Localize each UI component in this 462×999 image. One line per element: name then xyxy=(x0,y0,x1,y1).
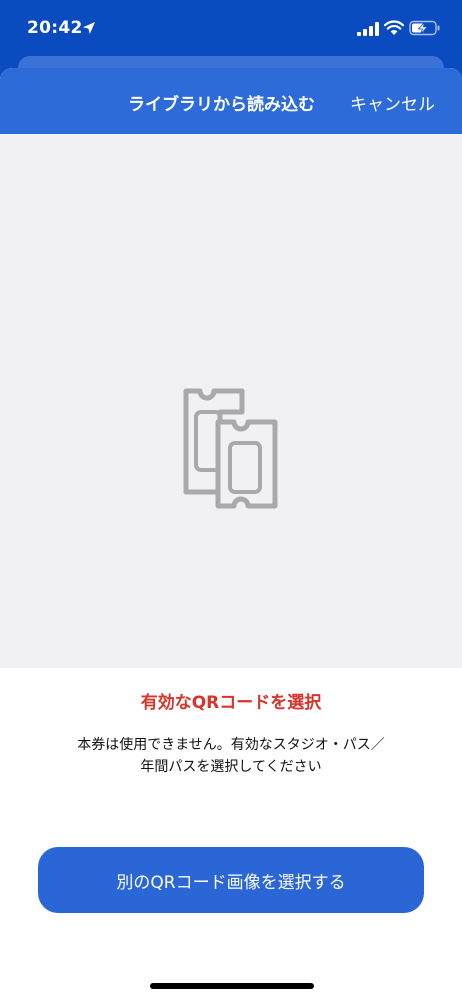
tickets-icon xyxy=(183,388,278,509)
error-message-line-2: 年間パスを選択してください xyxy=(140,759,322,775)
nav-title: ライブラリから読み込む xyxy=(128,95,315,115)
battery-charging-icon xyxy=(409,20,440,36)
status-bar: 20:42 xyxy=(0,0,462,60)
status-time: 20:42 xyxy=(27,18,83,38)
nav-bar: ライブラリから読み込む キャンセル xyxy=(0,68,462,134)
image-preview-area xyxy=(0,134,462,668)
error-message-line-1: 本券は使用できません。有効なスタジオ・パス／ xyxy=(77,737,385,753)
location-arrow-icon xyxy=(83,22,95,34)
error-title: 有効なQRコードを選択 xyxy=(140,693,322,713)
error-message: 本券は使用できません。有効なスタジオ・パス／ 年間パスを選択してください xyxy=(40,734,422,778)
cancel-button[interactable]: キャンセル xyxy=(350,90,435,115)
signal-icon xyxy=(357,22,379,36)
import-sheet: ライブラリから読み込む キャンセル 有効なQRコードを選択 本券は使用できません… xyxy=(0,68,462,999)
wifi-icon xyxy=(384,20,404,35)
select-another-qr-button[interactable]: 別のQRコード画像を選択する xyxy=(38,847,424,913)
home-indicator xyxy=(150,983,314,989)
